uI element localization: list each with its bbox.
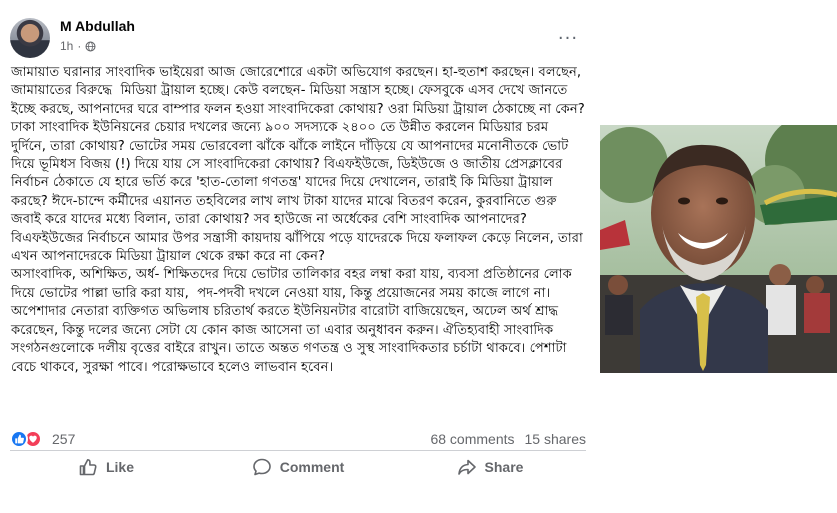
post-time[interactable]: 1h [60,39,73,53]
more-icon: ··· [557,27,579,49]
actions-divider [10,450,586,451]
like-button[interactable]: Like [10,452,202,482]
meta-separator: · [77,39,82,53]
portrait-image [600,125,837,373]
reaction-icons[interactable] [10,430,42,448]
post-header: M Abdullah 1h · ··· [10,18,590,58]
reaction-count[interactable]: 257 [52,431,75,447]
thumbs-up-icon [79,459,97,476]
post-actions: Like Comment Share [10,452,586,482]
share-icon [457,459,476,475]
post-photo[interactable] [600,125,837,373]
more-options-button[interactable]: ··· [550,20,586,56]
comment-label: Comment [279,459,345,475]
comment-button[interactable]: Comment [202,452,394,482]
shares-count[interactable]: 15 shares [525,431,586,447]
share-button[interactable]: Share [394,452,586,482]
globe-icon [85,40,96,52]
like-label: Like [105,459,134,475]
author-avatar[interactable] [10,18,50,58]
post-body-text: জামায়াত ঘরানার সাংবাদিক ভাইয়েরা আজ জোর… [11,65,585,375]
reactions-bar: 257 68 comments 15 shares [10,428,586,450]
comments-count[interactable]: 68 comments [430,431,514,447]
like-reaction-icon [10,430,28,448]
post-card: M Abdullah 1h · ··· জামায়াত ঘরানার সাংব… [0,0,596,513]
share-label: Share [484,459,524,475]
post-meta: 1h · [60,39,96,53]
author-name[interactable]: M Abdullah [60,18,135,34]
comment-icon [252,458,271,476]
post-stats: 68 comments 15 shares [430,431,586,447]
